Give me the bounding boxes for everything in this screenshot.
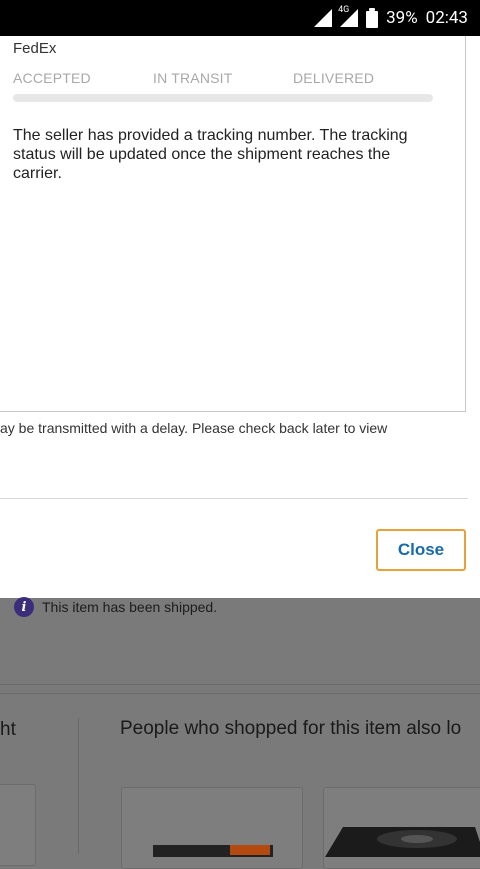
- network-signal-icon: 4G: [338, 5, 359, 27]
- clock: 02:43: [425, 8, 468, 28]
- battery-percent: 39%: [386, 8, 418, 28]
- divider: [0, 498, 468, 499]
- divider: [0, 684, 480, 685]
- carrier-name: FedEx: [13, 40, 57, 57]
- network-type: 4G: [338, 5, 350, 15]
- delay-note: ay be transmitted with a delay. Please c…: [0, 420, 388, 436]
- tracking-dialog: FedEx ACCEPTED IN TRANSIT DELIVERED The …: [0, 36, 480, 598]
- shipped-notice: i This item has been shipped.: [14, 597, 217, 617]
- divider: [0, 693, 480, 694]
- column-separator: [78, 718, 79, 854]
- close-button[interactable]: Close: [376, 529, 466, 571]
- step-in-transit: IN TRANSIT: [153, 70, 233, 86]
- step-accepted: ACCEPTED: [13, 70, 91, 86]
- shipped-text: This item has been shipped.: [42, 599, 218, 615]
- people-also-heading: People who shopped for this item also lo: [120, 718, 462, 739]
- tracking-message: The seller has provided a tracking numbe…: [13, 127, 408, 182]
- tracking-progress-bar: [13, 94, 433, 102]
- step-delivered: DELIVERED: [293, 70, 375, 86]
- status-bar: 4G 39% 02:43: [0, 0, 480, 36]
- section-heading-fragment: ht: [0, 719, 16, 740]
- tracking-panel: FedEx ACCEPTED IN TRANSIT DELIVERED The …: [0, 36, 466, 412]
- product-image: [325, 827, 480, 857]
- signal-icon: [314, 9, 333, 27]
- info-icon: i: [14, 597, 34, 617]
- battery-icon: [366, 8, 379, 28]
